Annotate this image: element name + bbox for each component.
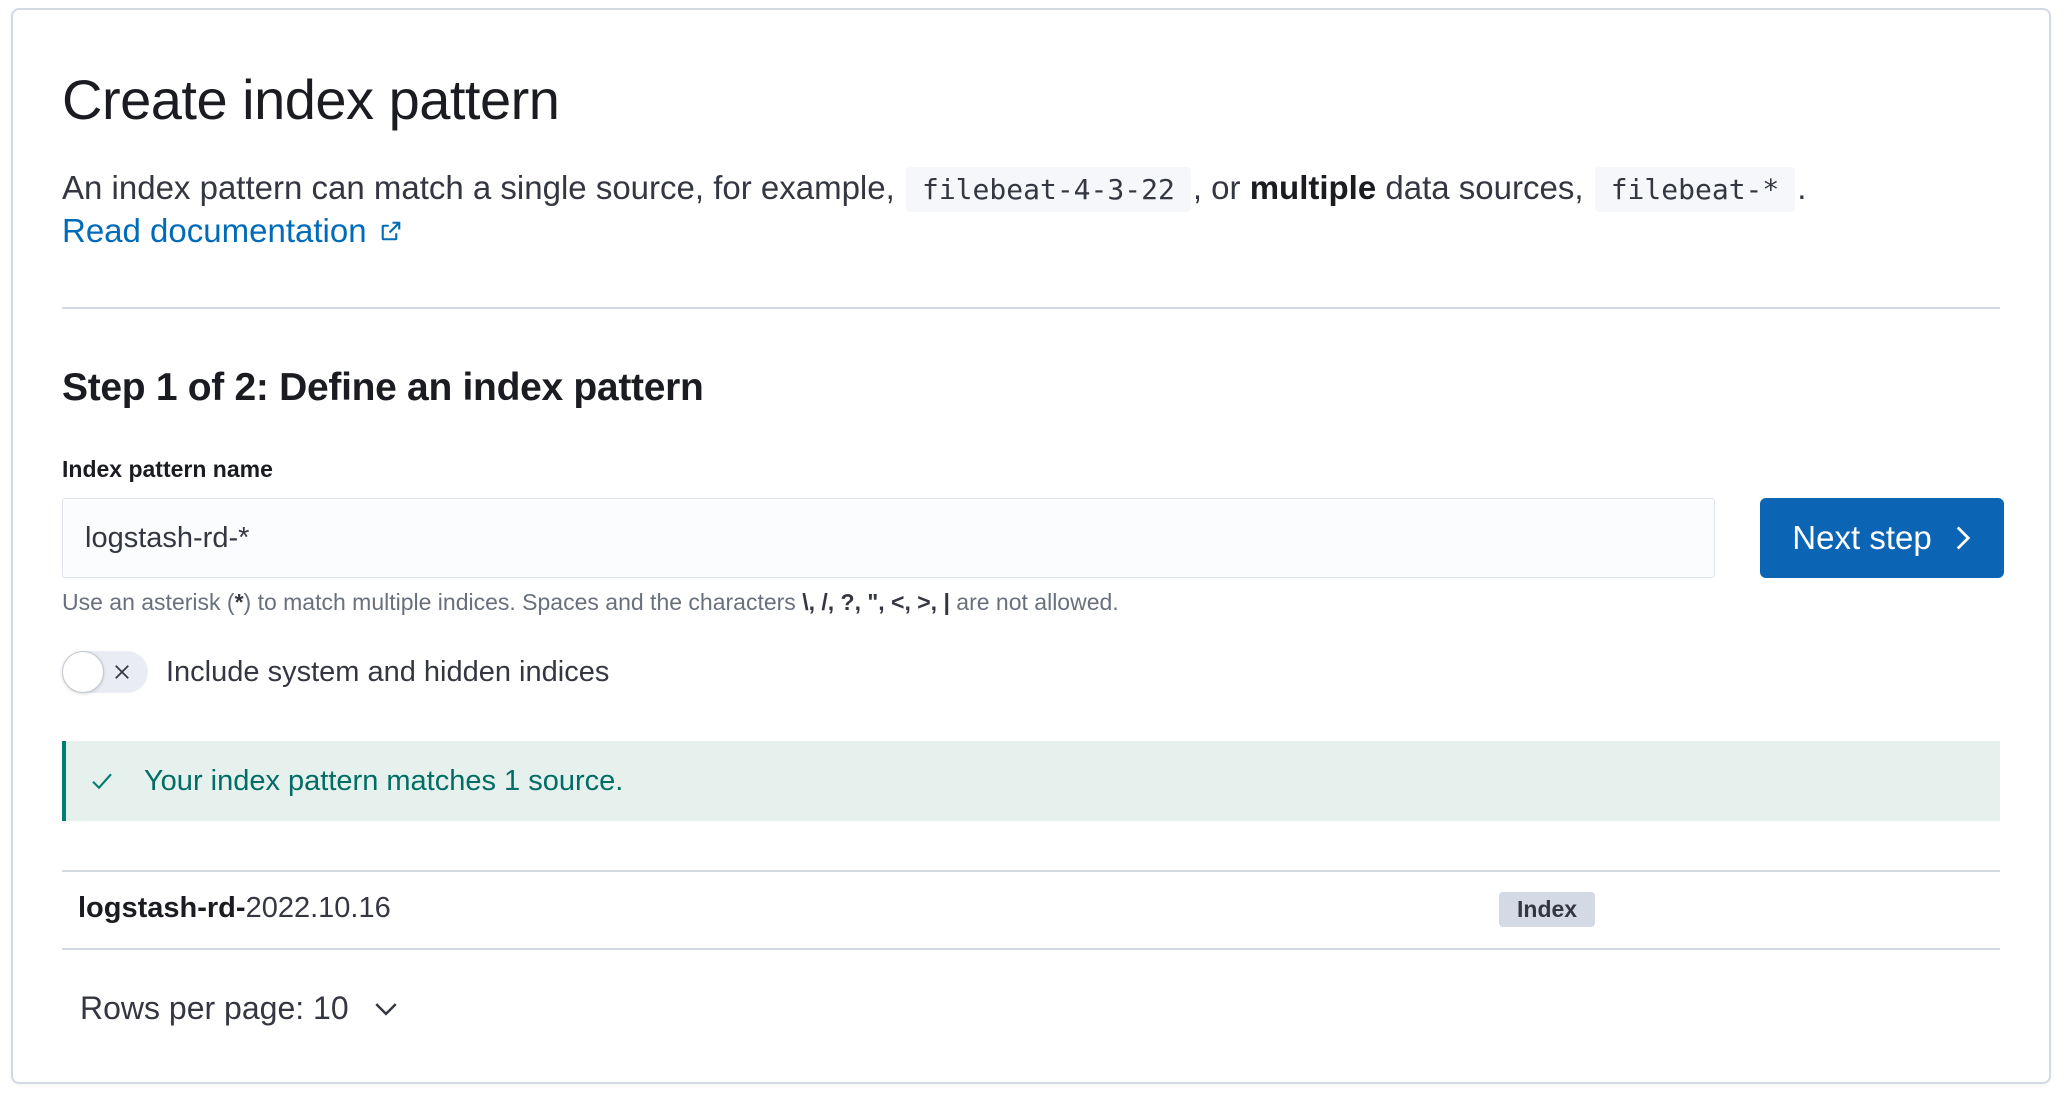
next-step-button[interactable]: Next step (1760, 498, 2004, 578)
read-documentation-label: Read documentation (62, 212, 367, 249)
index-pattern-name-label: Index pattern name (62, 456, 273, 482)
index-name: logstash-rd-2022.10.16 (78, 892, 391, 925)
description-bold: multiple (1249, 169, 1377, 206)
section-divider (62, 307, 2000, 309)
index-type-badge: Index (1499, 892, 1596, 927)
create-index-pattern-panel: Create index pattern An index pattern ca… (11, 8, 2051, 1084)
description-prefix: An index pattern can match a single sour… (62, 169, 895, 206)
table-row: logstash-rd-2022.10.16 Index (62, 872, 2000, 950)
next-step-label: Next step (1792, 519, 1932, 556)
rows-per-page-button[interactable]: Rows per page: 10 (80, 990, 399, 1027)
chevron-down-icon (374, 1002, 397, 1016)
help-disallowed-chars: \, /, ?, ", <, >, | (802, 589, 950, 615)
step-title: Step 1 of 2: Define an index pattern (62, 366, 704, 409)
index-pattern-help-text: Use an asterisk (*) to match multiple in… (62, 589, 1119, 616)
example-multiple-code: filebeat-* (1594, 167, 1796, 212)
hidden-indices-toggle-row: Include system and hidden indices (62, 651, 609, 693)
cross-icon (115, 665, 129, 679)
index-name-rest: 2022.10.16 (245, 892, 391, 924)
help-suffix: are not allowed. (956, 589, 1119, 615)
help-middle: ) to match multiple indices. Spaces and … (243, 589, 796, 615)
example-single-code: filebeat-4-3-22 (905, 167, 1191, 212)
hidden-indices-label: Include system and hidden indices (166, 655, 610, 688)
description-middle-post: data sources, (1385, 169, 1584, 206)
page-title: Create index pattern (62, 68, 560, 131)
read-documentation-link[interactable]: Read documentation (62, 212, 403, 250)
page-description: An index pattern can match a single sour… (62, 160, 1806, 218)
description-middle-pre: , or (1192, 169, 1241, 206)
help-asterisk: * (234, 589, 244, 615)
hidden-indices-toggle[interactable] (62, 651, 148, 693)
match-success-callout: Your index pattern matches 1 source. (62, 741, 2000, 821)
index-name-match: logstash-rd- (78, 892, 246, 924)
match-success-text: Your index pattern matches 1 source. (144, 764, 624, 797)
rows-per-page-label: Rows per page: 10 (80, 990, 349, 1026)
description-suffix: . (1797, 169, 1807, 206)
check-icon (92, 773, 112, 790)
toggle-knob (62, 651, 104, 693)
help-prefix: Use an asterisk ( (62, 589, 235, 615)
index-pattern-name-input[interactable] (62, 498, 1715, 578)
chevron-right-icon (1956, 526, 1970, 550)
external-link-icon (381, 221, 400, 241)
